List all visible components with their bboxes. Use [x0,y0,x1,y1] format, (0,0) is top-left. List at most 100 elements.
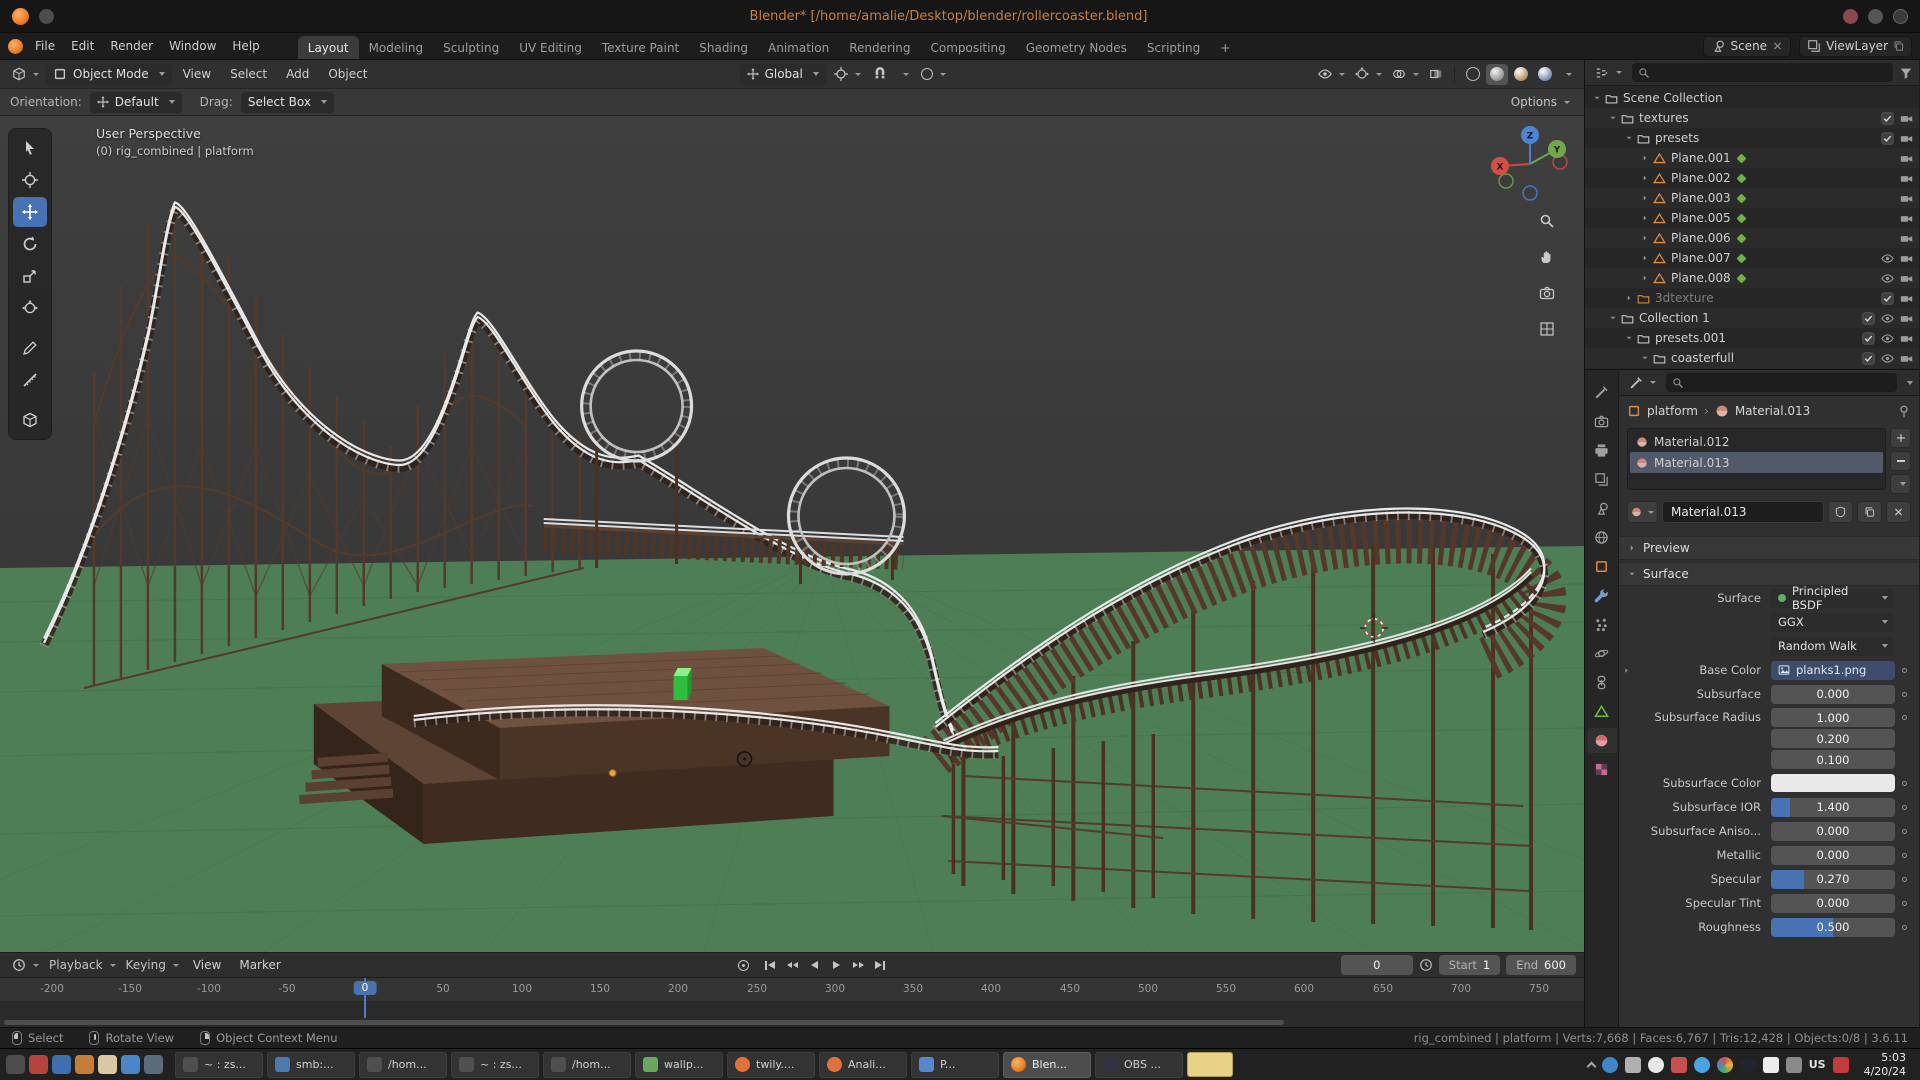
playhead-frame-badge[interactable]: 0 [354,981,377,995]
material-slot-013[interactable]: Material.013 [1630,452,1883,473]
properties-search-input[interactable] [1689,376,1891,390]
transform-tool[interactable] [13,293,47,323]
tab-layout[interactable]: Layout [298,36,359,59]
tab-particles[interactable] [1587,612,1617,637]
player-tray-icon[interactable] [1694,1057,1710,1073]
outliner-search-input[interactable] [1655,66,1887,80]
camera-visibility-icon[interactable] [1900,212,1913,225]
shade-button[interactable] [1843,9,1858,24]
keyframe-dot[interactable] [1902,829,1907,834]
outliner-editor-type-button[interactable] [1591,62,1626,83]
tab-view-layer[interactable] [1587,467,1617,492]
metallic-slider[interactable]: 0.000 [1771,846,1895,865]
tab-uv-editing[interactable]: UV Editing [509,36,592,59]
proportional-edit-toggle[interactable] [917,64,950,85]
distribution-dropdown[interactable]: GGX [1771,613,1895,632]
tab-render[interactable] [1587,409,1617,434]
pivot-point-dropdown[interactable] [830,64,865,85]
properties-search[interactable] [1666,373,1897,392]
blender-menu-icon[interactable] [8,39,23,54]
prev-keyframe-button[interactable] [781,955,803,975]
shading-rendered-button[interactable] [1534,64,1556,85]
slot-specials-button[interactable] [1890,474,1911,494]
pan-hand-icon[interactable] [1534,244,1560,270]
frame-start-field[interactable]: Start1 [1439,955,1500,975]
unlink-material-button[interactable] [1886,501,1911,523]
play-reverse-button[interactable] [803,955,825,975]
screenshot-tray-icon[interactable] [1671,1057,1687,1073]
keying-menu[interactable]: Keying [122,955,183,976]
menu-window[interactable]: Window [161,36,224,56]
stopwatch-icon[interactable] [1419,958,1433,972]
network-tray-icon[interactable] [1786,1057,1802,1073]
roughness-slider[interactable]: 0.500 [1771,918,1895,937]
checkbox-icon[interactable] [1881,112,1894,125]
measure-tool[interactable] [13,365,47,395]
remove-slot-button[interactable] [1890,451,1911,471]
jump-to-start-button[interactable] [759,955,781,975]
frame-end-field[interactable]: End600 [1506,955,1576,975]
checkbox-icon[interactable] [1881,132,1894,145]
orientation-dropdown[interactable]: Default [90,92,182,113]
tab-constraints[interactable] [1587,670,1617,695]
outliner-row-scene-collection[interactable]: Scene Collection [1585,88,1919,108]
mode-dropdown[interactable]: Object Mode [46,64,172,85]
playback-menu[interactable]: Playback [45,955,120,976]
keyframe-dot[interactable] [1902,781,1907,786]
window-menu-icon[interactable] [39,9,54,24]
taskbar-window-anali[interactable]: Anali... [819,1052,907,1078]
breadcrumb-material[interactable]: Material.013 [1735,404,1810,418]
subsurface-anisotropy-slider[interactable]: 0.000 [1771,822,1895,841]
pin-icon[interactable] [1897,404,1911,418]
duplicate-material-button[interactable] [1857,501,1882,523]
tab-output[interactable] [1587,438,1617,463]
jump-to-end-button[interactable] [869,955,891,975]
recording-tray-icon[interactable] [1833,1057,1849,1073]
move-tool[interactable] [13,197,47,227]
outliner-row-textures[interactable]: textures [1585,108,1919,128]
volume-tray-icon[interactable] [1763,1057,1779,1073]
timeline-scrollbar[interactable] [0,1018,1584,1027]
outliner-row-3dtexture[interactable]: 3dtexture [1585,288,1919,308]
tab-object[interactable] [1587,554,1617,579]
outliner-row-plane-007[interactable]: Plane.007 [1585,248,1919,268]
tab-physics[interactable] [1587,641,1617,666]
menu-file[interactable]: File [27,36,63,56]
preview-panel-header[interactable]: Preview [1619,536,1919,560]
launcher-icon-5[interactable] [98,1055,117,1074]
menu-view[interactable]: View [175,64,219,84]
camera-visibility-icon[interactable] [1900,312,1913,325]
tab-sculpting[interactable]: Sculpting [433,36,509,59]
clock[interactable]: 5:03 4/20/24 [1864,1051,1906,1077]
timeline-editor-type-button[interactable] [8,955,43,976]
keyframe-dot[interactable] [1902,805,1907,810]
cursor-tool[interactable] [13,165,47,195]
launcher-icon-2[interactable] [29,1055,48,1074]
tray-expand-icon[interactable] [1586,1061,1596,1071]
menu-render[interactable]: Render [102,36,161,56]
keyframe-dot[interactable] [1902,668,1907,673]
show-overlays-dropdown[interactable] [1388,64,1423,85]
shading-solid-button[interactable] [1486,64,1508,85]
outliner-row-presets-001[interactable]: presets.001 [1585,328,1919,348]
launcher-icon-6[interactable] [121,1055,140,1074]
3d-viewport[interactable]: User Perspective (0) rig_combined | plat… [0,116,1584,952]
camera-visibility-icon[interactable] [1900,172,1913,185]
taskbar-window-p[interactable]: P... [911,1052,999,1078]
viewlayer-selector[interactable]: ViewLayer [1799,36,1912,57]
outliner-row-plane-006[interactable]: Plane.006 [1585,228,1919,248]
subsurface-slider[interactable]: 0.000 [1771,685,1895,704]
taskbar-window-terminal-1[interactable]: ~ : zs... [175,1052,263,1078]
subsurface-radius-y-field[interactable]: 0.200 [1771,729,1895,748]
eye-visibility-icon[interactable] [1881,352,1894,365]
outliner-row-plane-003[interactable]: Plane.003 [1585,188,1919,208]
launcher-icon-3[interactable] [52,1055,71,1074]
menu-add[interactable]: Add [278,64,317,84]
timeline-marker-menu[interactable]: Marker [231,955,288,975]
camera-visibility-icon[interactable] [1900,132,1913,145]
keyframe-dot[interactable] [1902,877,1907,882]
launcher-icon-4[interactable] [75,1055,94,1074]
outliner-row-presets[interactable]: presets [1585,128,1919,148]
obs-tray-icon[interactable] [1740,1057,1756,1073]
current-frame-field[interactable]: 0 [1341,955,1413,975]
